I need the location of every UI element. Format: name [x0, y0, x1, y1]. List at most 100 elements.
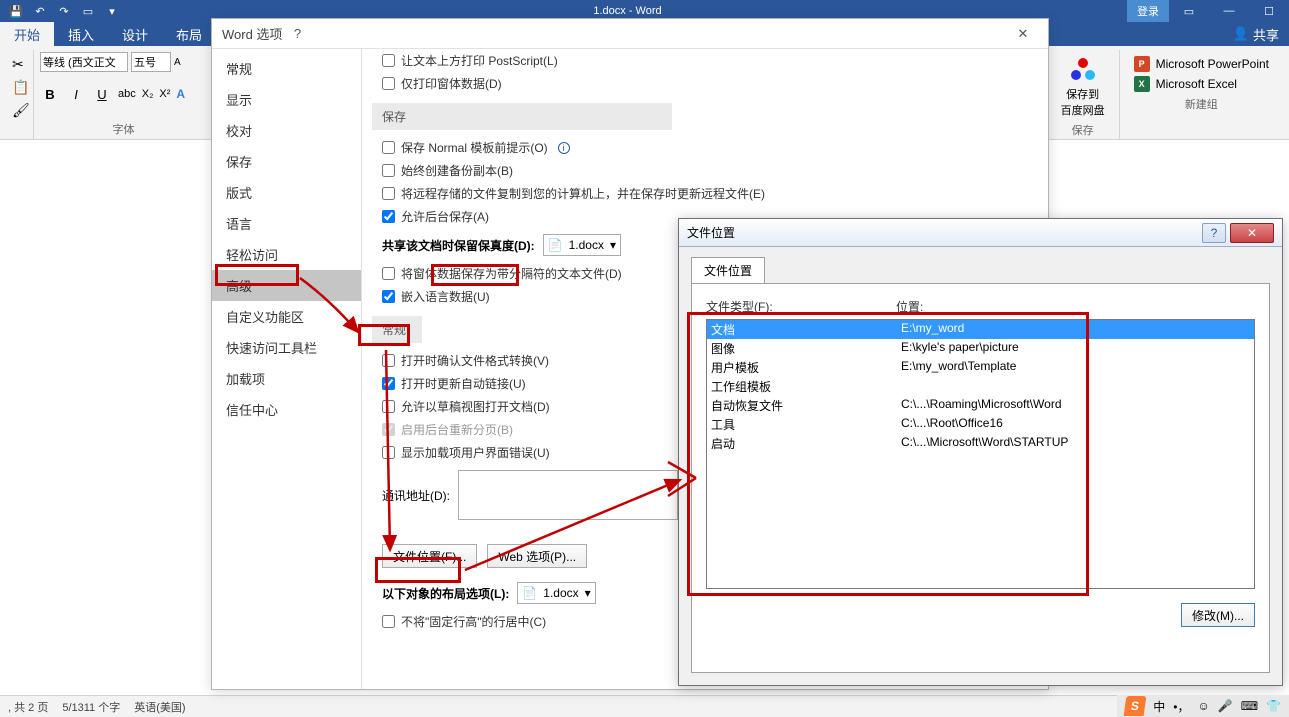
- tab-layout[interactable]: 布局: [162, 22, 216, 46]
- modify-button[interactable]: 修改(M)...: [1181, 603, 1255, 627]
- save-to-baidu-button[interactable]: 保存到 百度网盘: [1053, 52, 1113, 122]
- save-icon[interactable]: 💾: [8, 3, 24, 19]
- minimize-icon[interactable]: —: [1209, 0, 1249, 22]
- file-location-row[interactable]: 用户模板E:\my_word\Template: [707, 358, 1254, 377]
- ime-skin-icon[interactable]: 👕: [1266, 699, 1281, 713]
- cut-icon[interactable]: ✂: [12, 56, 24, 73]
- options-nav-item[interactable]: 显示: [212, 84, 361, 115]
- tab-start[interactable]: 开始: [0, 22, 54, 46]
- language-status[interactable]: 英语(美国): [134, 699, 185, 715]
- file-location-row[interactable]: 文档E:\my_word: [707, 320, 1254, 339]
- options-nav-item[interactable]: 常规: [212, 53, 361, 84]
- options-nav-item[interactable]: 加载项: [212, 363, 361, 394]
- undo-icon[interactable]: ↶: [32, 3, 48, 19]
- ime-keyboard-icon[interactable]: ⌨: [1241, 699, 1258, 713]
- chk-update-links[interactable]: [382, 377, 395, 390]
- chk-save-normal-label: 保存 Normal 模板前提示(O): [401, 139, 548, 156]
- file-location-row[interactable]: 自动恢复文件C:\...\Roaming\Microsoft\Word: [707, 396, 1254, 415]
- chevron-down-icon: ▾: [610, 238, 616, 252]
- options-nav-item[interactable]: 保存: [212, 146, 361, 177]
- italic-button[interactable]: I: [66, 84, 86, 104]
- status-bar: , 共 2 页 5/1311 个字 英语(美国): [0, 695, 1289, 717]
- file-locations-dialog: 文件位置 ? ✕ 文件位置 文件类型(F): 位置: 文档E:\my_word图…: [678, 218, 1283, 686]
- subscript-icon[interactable]: X₂: [142, 88, 154, 100]
- chk-addin-errors[interactable]: [382, 446, 395, 459]
- ribbon-display-icon[interactable]: ▭: [1169, 0, 1209, 22]
- quick-access-toolbar: 💾 ↶ ↷ ▭ ▾: [0, 3, 128, 19]
- options-nav-item[interactable]: 版式: [212, 177, 361, 208]
- copy-icon[interactable]: 📋: [12, 79, 29, 96]
- chk-formdata-label: 将窗体数据保存为带分隔符的文本文件(D): [401, 265, 622, 282]
- chk-bgsave[interactable]: [382, 210, 395, 223]
- maximize-icon[interactable]: ☐: [1249, 0, 1289, 22]
- chk-no-center-fixed[interactable]: [382, 615, 395, 628]
- ime-emoji-icon[interactable]: ☺: [1198, 699, 1210, 713]
- powerpoint-button[interactable]: PMicrosoft PowerPoint: [1134, 56, 1269, 72]
- ime-mic-icon[interactable]: 🎤: [1218, 699, 1233, 713]
- font-group-label: 字体: [40, 121, 207, 139]
- file-location-row[interactable]: 工具C:\...\Root\Office16: [707, 415, 1254, 434]
- options-nav-item[interactable]: 自定义功能区: [212, 301, 361, 332]
- chk-formdata[interactable]: [382, 267, 395, 280]
- share-button[interactable]: 👤共享: [1223, 22, 1289, 46]
- tab-design[interactable]: 设计: [108, 22, 162, 46]
- file-location-row[interactable]: 工作组模板: [707, 377, 1254, 396]
- options-nav-item[interactable]: 轻松访问: [212, 239, 361, 270]
- chk-remote[interactable]: [382, 187, 395, 200]
- text-effects-icon[interactable]: A: [176, 87, 185, 101]
- options-nav-item[interactable]: 信任中心: [212, 394, 361, 425]
- redo-icon[interactable]: ↷: [56, 3, 72, 19]
- superscript-icon[interactable]: X²: [159, 88, 170, 100]
- file-locations-button[interactable]: 文件位置(F)...: [382, 544, 477, 568]
- ime-lang[interactable]: 中: [1153, 698, 1165, 715]
- underline-button[interactable]: U: [92, 84, 112, 104]
- layout-doc-combo[interactable]: 📄1.docx▾: [517, 582, 595, 604]
- options-nav: 常规显示校对保存版式语言轻松访问高级自定义功能区快速访问工具栏加载项信任中心: [212, 49, 362, 689]
- file-location-row[interactable]: 启动C:\...\Microsoft\Word\STARTUP: [707, 434, 1254, 453]
- font-family-select[interactable]: [40, 52, 128, 72]
- page-count[interactable]: , 共 2 页: [8, 699, 48, 715]
- chk-confirm-convert[interactable]: [382, 354, 395, 367]
- chk-printfontdata-label: 仅打印窗体数据(D): [401, 75, 502, 92]
- close-icon[interactable]: ✕: [1230, 223, 1274, 243]
- options-nav-item[interactable]: 语言: [212, 208, 361, 239]
- file-locations-list[interactable]: 文档E:\my_word图像E:\kyle's paper\picture用户模…: [706, 319, 1255, 589]
- chk-printfontdata[interactable]: [382, 77, 395, 90]
- help-icon[interactable]: ?: [282, 26, 312, 41]
- section-save: 保存: [372, 103, 672, 130]
- chevron-down-icon: ▾: [585, 586, 591, 600]
- options-nav-item[interactable]: 校对: [212, 115, 361, 146]
- grow-font-icon[interactable]: A: [174, 57, 181, 68]
- chk-no-center-fixed-label: 不将"固定行高"的行居中(C): [401, 613, 546, 630]
- strikethrough-icon[interactable]: abc: [118, 88, 136, 100]
- bold-button[interactable]: B: [40, 84, 60, 104]
- chk-save-normal[interactable]: [382, 141, 395, 154]
- info-icon[interactable]: i: [558, 142, 570, 154]
- word-doc-icon: 📄: [548, 238, 563, 252]
- powerpoint-icon: P: [1134, 56, 1150, 72]
- help-icon[interactable]: ?: [1202, 223, 1226, 243]
- baidu-icon: [1069, 56, 1097, 84]
- address-textarea[interactable]: [458, 470, 678, 520]
- tab-insert[interactable]: 插入: [54, 22, 108, 46]
- chk-postscript[interactable]: [382, 54, 395, 67]
- file-location-row[interactable]: 图像E:\kyle's paper\picture: [707, 339, 1254, 358]
- tab-file-locations[interactable]: 文件位置: [691, 257, 765, 283]
- font-size-select[interactable]: [131, 52, 171, 72]
- word-count[interactable]: 5/1311 个字: [62, 699, 120, 715]
- login-button[interactable]: 登录: [1127, 0, 1169, 22]
- share-doc-combo[interactable]: 📄1.docx▾: [543, 234, 621, 256]
- chk-embed-lang[interactable]: [382, 290, 395, 303]
- close-icon[interactable]: ✕: [1008, 26, 1038, 42]
- format-painter-icon[interactable]: 🖌: [12, 102, 30, 119]
- chk-backup[interactable]: [382, 164, 395, 177]
- sogou-icon[interactable]: S: [1124, 696, 1147, 716]
- ime-punct-icon[interactable]: •，: [1173, 698, 1189, 715]
- excel-button[interactable]: XMicrosoft Excel: [1134, 76, 1269, 92]
- new-icon[interactable]: ▭: [80, 3, 96, 19]
- qat-more-icon[interactable]: ▾: [104, 3, 120, 19]
- chk-draft-open[interactable]: [382, 400, 395, 413]
- options-nav-item[interactable]: 快速访问工具栏: [212, 332, 361, 363]
- web-options-button[interactable]: Web 选项(P)...: [487, 544, 587, 568]
- options-nav-item[interactable]: 高级: [212, 270, 361, 301]
